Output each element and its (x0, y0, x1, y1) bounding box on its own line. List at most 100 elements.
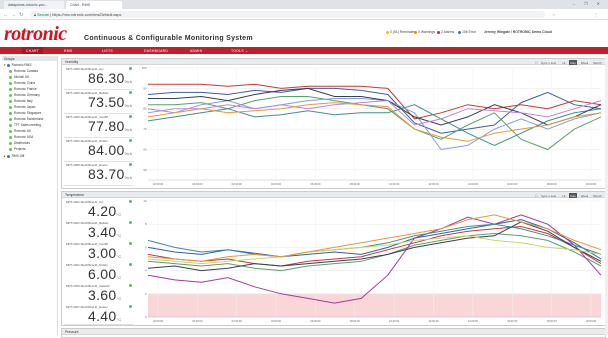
tree-label: Projects (14, 147, 26, 151)
temperature-chart[interactable]: 0 2 4 6 8 10 22:00:00 00:00:00 02:00:00 04:00:00 0… (138, 198, 603, 325)
warnings-badge[interactable]: 0 Warnings (414, 30, 435, 34)
reload-icon[interactable]: ↻ (19, 12, 23, 18)
expand-icon[interactable]: ▾ (4, 63, 6, 67)
tree-item[interactable]: Rotronic Switzerland (9, 117, 43, 121)
tree-item[interactable]: Distributors (9, 141, 30, 145)
errors-badge[interactable]: 106 Error (458, 30, 476, 34)
humidity-reading-card[interactable]: MPT-3200 MetOfficeHF_Cardiff 77.80%rh (64, 114, 134, 138)
x-tick-label: 00:00:00 (192, 319, 203, 323)
pressure-panel: Pressure (61, 328, 606, 338)
star-icon[interactable]: ☆ (552, 12, 556, 17)
group-icon (9, 81, 12, 85)
reading-number: 84.00 (88, 142, 125, 158)
forward-icon[interactable]: → (11, 12, 16, 18)
menu-tools[interactable]: TOOLS ⌄ (231, 49, 248, 53)
group-icon (9, 93, 12, 97)
x-tick-label: 20:00:00 (586, 319, 597, 323)
tree-item[interactable]: Rotronic China (9, 81, 35, 85)
expand-icon[interactable]: ▸ (4, 154, 6, 158)
reading-value: 86.30%rh (88, 70, 133, 86)
reminders-badge[interactable]: 0 (51) Reminders (386, 30, 416, 34)
browser-tab-bar: datapoints-rotronic.pvo... Chart - RMS –… (0, 0, 608, 9)
alarm-icon (437, 30, 440, 34)
y-tick-label: 60 (143, 147, 147, 151)
humidity-reading-card[interactable]: MPT-3202 MetOfficeHF_Dublin 84.00%rh (64, 138, 134, 162)
x-tick-label: 08:00:00 (350, 319, 361, 323)
tree-item[interactable]: Rotronic USA (9, 135, 33, 139)
menu-admin[interactable]: ADMIN (190, 49, 202, 53)
tree-label: Rotronic Italy (14, 99, 33, 103)
tree-label: Rotronic RMS (11, 63, 32, 67)
menu-chart[interactable]: CHART (22, 47, 44, 54)
reading-value: 4.20°C (88, 203, 122, 219)
reading-unit: %rh (124, 175, 133, 180)
x-tick-label: 06:00:00 (310, 182, 321, 186)
tree-item[interactable]: Rotronic Singapore (9, 111, 41, 115)
tree-item[interactable]: TFT Sales meeting (9, 123, 41, 127)
x-tick-label: 18:00:00 (547, 182, 558, 186)
tree-item[interactable]: Rotronic France (9, 87, 37, 91)
reminders-label: 0 (51) Reminders (390, 30, 417, 34)
reading-value: 3.60°C (88, 287, 122, 303)
x-tick-label: 10:00:00 (389, 319, 400, 323)
errors-label: 106 Error (462, 30, 477, 34)
series-line-8 (147, 102, 602, 142)
reading-number: 3.40 (88, 224, 117, 240)
tree-item[interactable]: Projects (9, 147, 26, 151)
humidity-chart[interactable]: 50 60 70 80 90 100 22:00:00 00:00:00 02:00:00 04:… (138, 65, 603, 188)
tree-label: Michell UK (14, 75, 30, 79)
humidity-reading-card[interactable]: MPT-3200 MetOfficeHF_Ayr 86.30%rh (64, 66, 134, 90)
x-tick-label: 14:00:00 (468, 182, 479, 186)
tree-label: Rotronic France (14, 87, 37, 91)
back-icon[interactable]: ← (3, 12, 8, 18)
group-icon (9, 117, 12, 121)
tree-item[interactable]: Rotronic Canada (9, 69, 38, 73)
group-icon (9, 69, 12, 73)
group-icon (9, 99, 12, 103)
y-tick-label: 80 (143, 107, 147, 111)
user-menu[interactable]: Jeremy Wingate / ROTRONIC Demo Cloud (484, 30, 552, 34)
browser-tab-1[interactable]: datapoints-rotronic.pvo... (4, 1, 64, 9)
y-tick-label: 4 (145, 269, 147, 273)
menu-icon[interactable]: ⋮ (594, 12, 598, 17)
x-tick-label: 16:00:00 (507, 182, 518, 186)
tree-item[interactable]: Rotronic Italy (9, 99, 33, 103)
y-tick-label: 0 (145, 315, 147, 319)
main-menu: CHART RMS LISTS DASHBOARD ADMIN TOOLS ⌄ (0, 47, 608, 54)
group-icon (9, 105, 12, 109)
warning-icon (414, 30, 417, 34)
reading-number: 86.30 (88, 70, 125, 86)
pressure-panel-header: Pressure (62, 329, 605, 335)
tree-item[interactable]: ▸ RMS Diff (4, 154, 24, 158)
temperature-reading-card[interactable]: MPT-3207 MetOfficeHF_Exeter 4.40°C (64, 304, 134, 325)
tree-item[interactable]: Rotronic UK (9, 129, 31, 133)
window-controls[interactable]: – ❐ ✕ (573, 1, 604, 6)
tree-label: Rotronic China (14, 81, 36, 85)
humidity-reading-card[interactable]: MPT-3200 MetOfficeHF_Belfast 73.50%rh (64, 90, 134, 114)
warnings-label: 0 Warnings (418, 30, 436, 34)
humidity-panel-title: Humidity (65, 60, 79, 64)
tree-label: Rotronic Japan (14, 105, 36, 109)
alarms-badge[interactable]: 2 Alarms (437, 30, 454, 34)
humidity-reading-card[interactable]: MPT-3205 MetOfficeHF_Exeter 83.70%rh (64, 162, 134, 186)
x-tick-label: 02:00:00 (232, 319, 243, 323)
reading-value: 73.50%rh (88, 94, 133, 110)
reading-value: 6.00°C (88, 266, 122, 282)
tree-item[interactable]: Michell UK (9, 75, 29, 79)
group-icon (9, 135, 12, 139)
browser-tab-2[interactable]: Chart - RMS (66, 1, 122, 9)
url-input[interactable]: 🔒︎ Secure | https://rms.rotronic.com/rms… (30, 11, 545, 18)
menu-rms[interactable]: RMS (64, 49, 72, 53)
reading-unit: °C (116, 317, 122, 322)
tree-item-root[interactable]: ▾ Rotronic RMS (4, 63, 31, 67)
menu-dashboard[interactable]: DASHBOARD (144, 49, 168, 53)
menu-lists[interactable]: LISTS (102, 49, 113, 53)
status-ok-icon (129, 221, 132, 224)
group-icon (9, 87, 12, 91)
tree-item[interactable]: Rotronic Japan (9, 105, 35, 109)
x-tick-label: 04:00:00 (271, 319, 282, 323)
tree-item[interactable]: Rotronic Germany (9, 93, 40, 97)
group-icon (9, 111, 12, 115)
x-tick-label: 16:00:00 (507, 319, 518, 323)
reading-unit: °C (116, 233, 122, 238)
